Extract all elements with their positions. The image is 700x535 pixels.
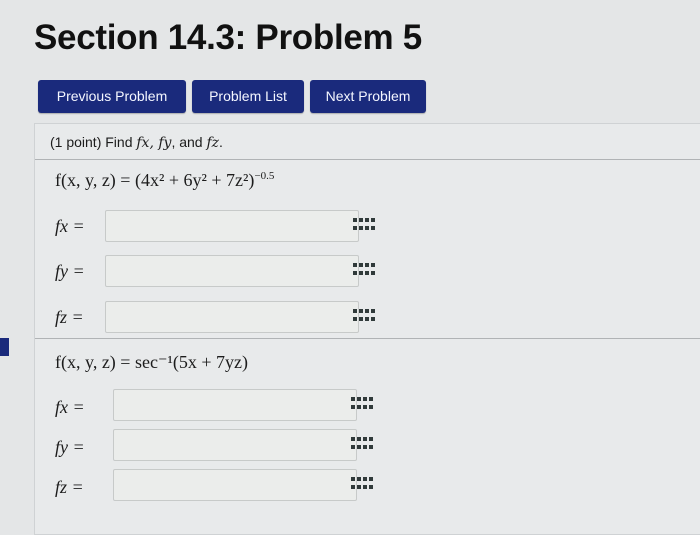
matrix-icon[interactable] (353, 263, 375, 277)
intro-prefix: (1 point) Find (50, 134, 137, 150)
matrix-icon[interactable] (351, 397, 373, 411)
answer-input-fy-2[interactable] (113, 429, 357, 461)
next-problem-button[interactable]: Next Problem (310, 80, 426, 113)
function-1-exponent: −0.5 (254, 170, 275, 182)
answer-label-fx-1: fx = (55, 216, 85, 236)
matrix-icon[interactable] (351, 477, 373, 491)
problem-intro: (1 point) Find fx, fy, and fz. (50, 134, 223, 151)
divider (35, 338, 700, 339)
matrix-icon[interactable] (353, 309, 375, 323)
answer-label-fz-2: fz = (55, 477, 84, 497)
answer-label-fx-2: fx = (55, 397, 85, 417)
problem-body: (1 point) Find fx, fy, and fz. f(x, y, z… (34, 123, 700, 535)
matrix-icon[interactable] (351, 437, 373, 451)
answer-label-fz-1: fz = (55, 307, 84, 327)
intro-suffix: . (219, 134, 223, 150)
answer-input-fy-1[interactable] (105, 255, 359, 287)
divider (35, 159, 700, 160)
side-tab[interactable] (0, 338, 9, 356)
answer-input-fz-1[interactable] (105, 301, 359, 333)
intro-vars: fx, fy (136, 135, 172, 151)
previous-problem-button[interactable]: Previous Problem (38, 80, 186, 113)
answer-input-fz-2[interactable] (113, 469, 357, 501)
function-2: f(x, y, z) = sec⁻¹(5x + 7yz) (55, 352, 248, 372)
answer-input-fx-2[interactable] (113, 389, 357, 421)
answer-label-fy-1: fy = (55, 261, 85, 281)
matrix-icon[interactable] (353, 218, 375, 232)
problem-list-button[interactable]: Problem List (192, 80, 304, 113)
intro-last: fz (206, 135, 220, 151)
answer-label-fy-2: fy = (55, 437, 85, 457)
page-title: Section 14.3: Problem 5 (34, 18, 422, 57)
answer-input-fx-1[interactable] (105, 210, 359, 242)
intro-and: , and (171, 134, 207, 150)
function-1: f(x, y, z) = (4x² + 6y² + 7z²)−0.5 (55, 170, 275, 190)
